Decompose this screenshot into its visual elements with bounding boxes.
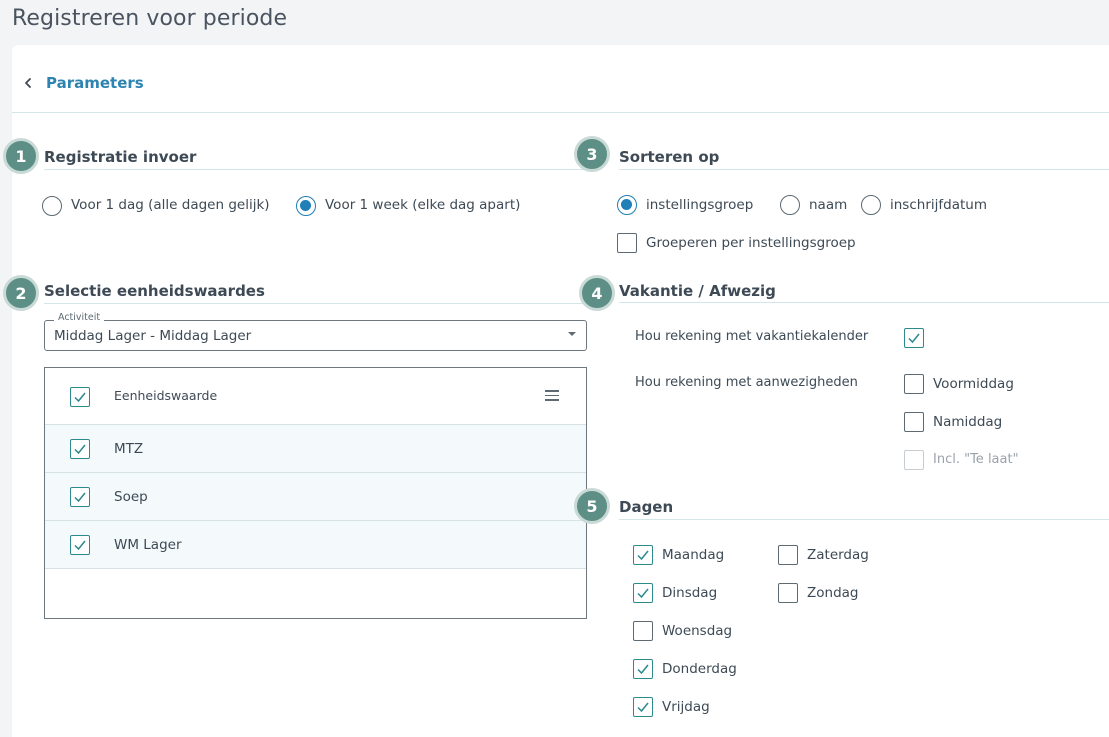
table-row[interactable]: WM Lager <box>45 521 586 569</box>
vrijdag-checkbox[interactable] <box>633 697 653 717</box>
table-row[interactable]: Soep <box>45 473 586 521</box>
eenheidswaarde-grid: Eenheidswaarde MTZ Soep WM Lager <box>44 367 587 619</box>
section-divider <box>619 169 1109 170</box>
woensdag-checkbox[interactable] <box>633 621 653 641</box>
donderdag-label[interactable]: Donderdag <box>662 661 737 677</box>
namiddag-label[interactable]: Namiddag <box>933 414 1002 430</box>
section-title-dagen: Dagen <box>619 498 674 516</box>
row-label: WM Lager <box>114 537 182 553</box>
step-badge-5: 5 <box>574 488 610 524</box>
parameters-back-link[interactable]: Parameters <box>46 74 144 92</box>
radio-voor-1-dag-label[interactable]: Voor 1 dag (alle dagen gelijk) <box>71 197 270 213</box>
caret-down-icon[interactable] <box>568 332 576 336</box>
section-title-sorteren: Sorteren op <box>619 148 720 166</box>
te-laat-label: Incl. "Te laat" <box>933 452 1019 467</box>
activiteit-value[interactable]: Middag Lager - Middag Lager <box>54 328 251 344</box>
zondag-label[interactable]: Zondag <box>807 585 858 601</box>
check-icon <box>74 492 86 503</box>
row-checkbox[interactable] <box>70 439 90 459</box>
maandag-label[interactable]: Maandag <box>662 547 724 563</box>
row-checkbox[interactable] <box>70 487 90 507</box>
groeperen-label[interactable]: Groeperen per instellingsgroep <box>646 235 856 251</box>
vakantiekalender-label: Hou rekening met vakantiekalender <box>635 329 869 344</box>
table-row[interactable]: MTZ <box>45 425 586 473</box>
select-all-checkbox[interactable] <box>70 387 90 407</box>
vrijdag-label[interactable]: Vrijdag <box>662 699 710 715</box>
radio-voor-1-week[interactable] <box>296 196 316 216</box>
check-icon <box>637 702 649 713</box>
dinsdag-checkbox[interactable] <box>633 583 653 603</box>
namiddag-checkbox[interactable] <box>904 412 924 432</box>
voormiddag-checkbox[interactable] <box>904 374 924 394</box>
check-icon <box>637 588 649 599</box>
row-label: Soep <box>114 489 148 505</box>
step-badge-4: 4 <box>579 275 615 311</box>
check-icon <box>908 333 920 344</box>
maandag-checkbox[interactable] <box>633 545 653 565</box>
radio-inschrijfdatum[interactable] <box>861 195 881 215</box>
radio-voor-1-week-label[interactable]: Voor 1 week (elke dag apart) <box>325 197 520 213</box>
dinsdag-label[interactable]: Dinsdag <box>662 585 717 601</box>
zaterdag-label[interactable]: Zaterdag <box>807 547 869 563</box>
check-icon <box>74 392 86 403</box>
section-title-vakantie: Vakantie / Afwezig <box>619 282 776 300</box>
radio-instellingsgroep[interactable] <box>617 195 637 215</box>
te-laat-checkbox <box>904 450 924 470</box>
menu-icon[interactable] <box>545 390 560 402</box>
activiteit-legend: Activiteit <box>54 312 105 323</box>
row-label: MTZ <box>114 441 144 457</box>
check-icon <box>74 540 86 551</box>
check-icon <box>637 664 649 675</box>
voormiddag-label[interactable]: Voormiddag <box>933 376 1014 392</box>
section-title-registratie: Registratie invoer <box>44 148 197 166</box>
section-divider <box>44 169 587 170</box>
woensdag-label[interactable]: Woensdag <box>662 623 732 639</box>
section-divider <box>619 519 1109 520</box>
header-divider <box>12 112 1109 113</box>
groeperen-checkbox[interactable] <box>617 233 637 253</box>
section-divider <box>44 303 587 304</box>
check-icon <box>637 550 649 561</box>
column-header-eenheidswaarde[interactable]: Eenheidswaarde <box>114 388 217 403</box>
row-checkbox[interactable] <box>70 535 90 555</box>
check-icon <box>74 444 86 455</box>
step-badge-3: 3 <box>574 136 610 172</box>
radio-naam-label[interactable]: naam <box>809 197 847 213</box>
radio-naam[interactable] <box>780 195 800 215</box>
section-title-selectie: Selectie eenheidswaardes <box>44 282 265 300</box>
radio-inschrijfdatum-label[interactable]: inschrijfdatum <box>890 197 987 213</box>
section-divider <box>619 302 1109 303</box>
grid-header: Eenheidswaarde <box>45 368 586 425</box>
donderdag-checkbox[interactable] <box>633 659 653 679</box>
radio-instellingsgroep-label[interactable]: instellingsgroep <box>646 197 753 213</box>
step-badge-2: 2 <box>3 275 39 311</box>
vakantiekalender-checkbox[interactable] <box>904 328 924 348</box>
radio-voor-1-dag[interactable] <box>42 196 62 216</box>
zaterdag-checkbox[interactable] <box>778 545 798 565</box>
chevron-left-icon[interactable] <box>22 77 34 89</box>
aanwezigheden-label: Hou rekening met aanwezigheden <box>635 375 858 390</box>
page-title: Registreren voor periode <box>12 6 288 31</box>
step-badge-1: 1 <box>3 138 39 174</box>
zondag-checkbox[interactable] <box>778 583 798 603</box>
